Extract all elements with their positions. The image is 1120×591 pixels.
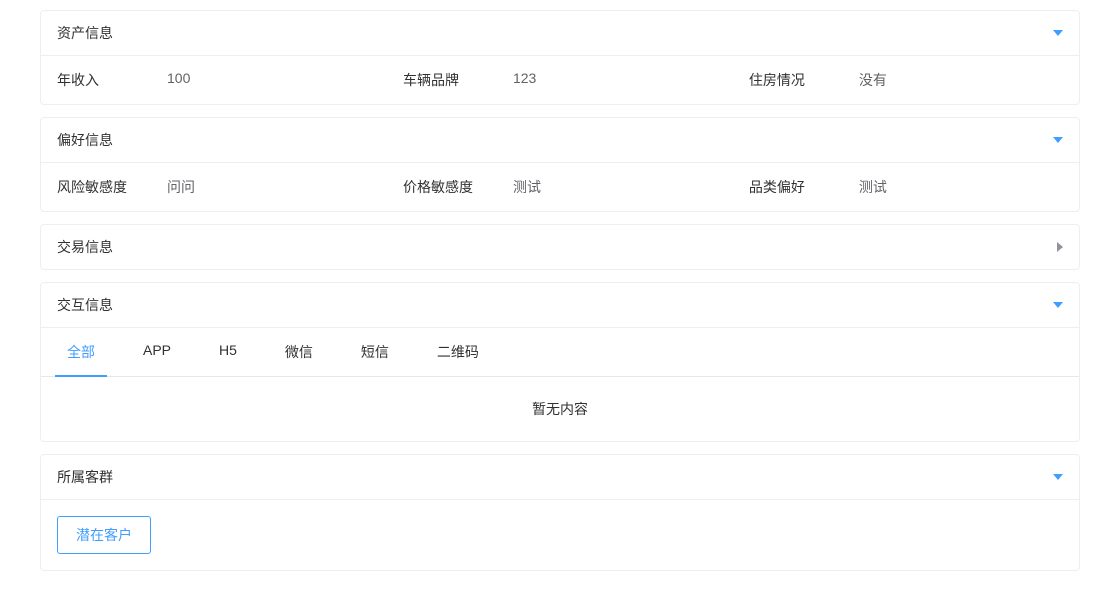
field-price-sensitivity: 价格敏感度 测试	[387, 163, 733, 211]
tab-h5[interactable]: H5	[195, 328, 261, 376]
tab-sms[interactable]: 短信	[337, 328, 413, 376]
panel-body-preference: 风险敏感度 问问 价格敏感度 测试 品类偏好 测试	[41, 163, 1079, 211]
segment-tag-area: 潜在客户	[41, 500, 1079, 570]
field-housing: 住房情况 没有	[733, 56, 1079, 104]
field-label: 住房情况	[749, 70, 859, 90]
panel-header-interaction[interactable]: 交互信息	[41, 283, 1079, 328]
panel-asset-info: 资产信息 年收入 100 车辆品牌 123 住房情况 没有	[40, 10, 1080, 105]
tab-app[interactable]: APP	[119, 328, 195, 376]
interaction-empty-text: 暂无内容	[41, 377, 1079, 441]
field-value: 123	[513, 70, 536, 90]
field-risk-sensitivity: 风险敏感度 问问	[41, 163, 387, 211]
field-label: 风险敏感度	[57, 177, 167, 197]
chevron-down-icon	[1053, 474, 1063, 480]
panel-title-segment: 所属客群	[57, 467, 113, 487]
field-label: 价格敏感度	[403, 177, 513, 197]
panel-interaction-info: 交互信息 全部 APP H5 微信 短信 二维码 暂无内容	[40, 282, 1080, 442]
chevron-down-icon	[1053, 30, 1063, 36]
chevron-down-icon	[1053, 137, 1063, 143]
tab-wechat[interactable]: 微信	[261, 328, 337, 376]
interaction-tabs: 全部 APP H5 微信 短信 二维码	[41, 328, 1079, 377]
field-label: 车辆品牌	[403, 70, 513, 90]
tab-all[interactable]: 全部	[43, 328, 119, 376]
panel-header-preference[interactable]: 偏好信息	[41, 118, 1079, 163]
chevron-down-icon	[1053, 302, 1063, 308]
field-value: 测试	[859, 177, 887, 197]
field-value: 测试	[513, 177, 541, 197]
panel-title-asset: 资产信息	[57, 23, 113, 43]
field-category-preference: 品类偏好 测试	[733, 163, 1079, 211]
panel-body-asset: 年收入 100 车辆品牌 123 住房情况 没有	[41, 56, 1079, 104]
segment-tag-potential-customer[interactable]: 潜在客户	[57, 516, 151, 554]
panel-title-transaction: 交易信息	[57, 237, 113, 257]
panel-preference-info: 偏好信息 风险敏感度 问问 价格敏感度 测试 品类偏好 测试	[40, 117, 1080, 212]
field-car-brand: 车辆品牌 123	[387, 56, 733, 104]
panel-customer-segment: 所属客群 潜在客户	[40, 454, 1080, 571]
field-label: 品类偏好	[749, 177, 859, 197]
panel-header-transaction[interactable]: 交易信息	[41, 225, 1079, 269]
tab-qrcode[interactable]: 二维码	[413, 328, 503, 376]
field-value: 问问	[167, 177, 195, 197]
field-annual-income: 年收入 100	[41, 56, 387, 104]
chevron-right-icon	[1057, 242, 1063, 252]
panel-transaction-info: 交易信息	[40, 224, 1080, 270]
panel-header-segment[interactable]: 所属客群	[41, 455, 1079, 500]
panel-title-interaction: 交互信息	[57, 295, 113, 315]
field-value: 100	[167, 70, 190, 90]
panel-title-preference: 偏好信息	[57, 130, 113, 150]
panel-header-asset[interactable]: 资产信息	[41, 11, 1079, 56]
field-label: 年收入	[57, 70, 167, 90]
field-value: 没有	[859, 70, 887, 90]
